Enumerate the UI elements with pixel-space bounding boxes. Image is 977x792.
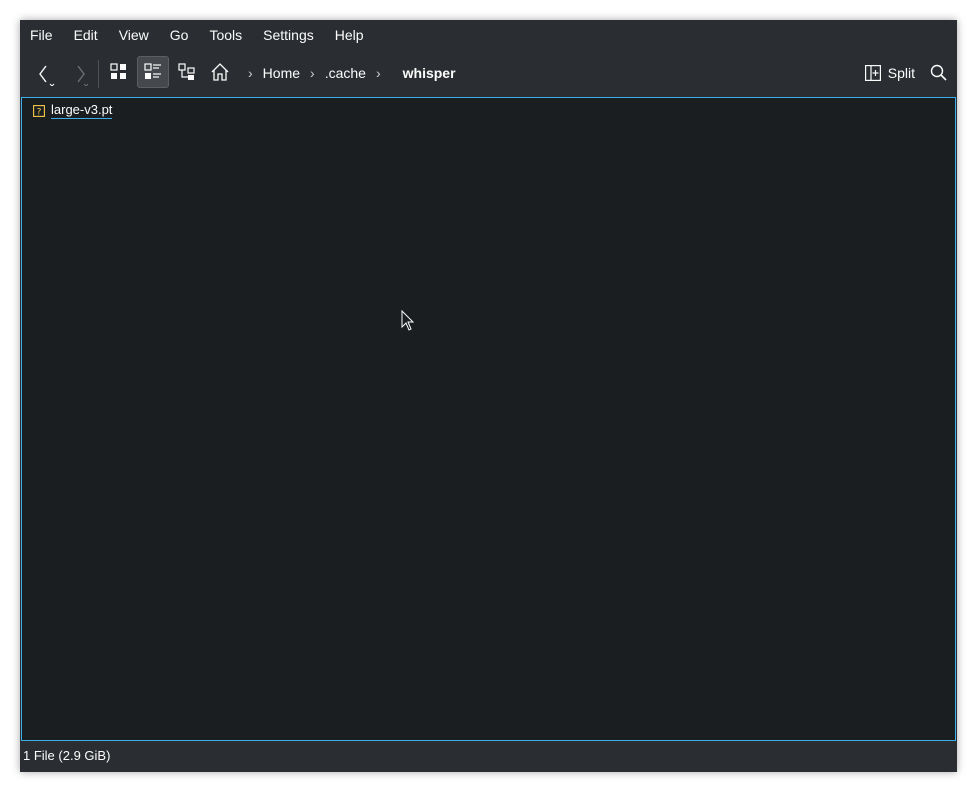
back-button[interactable] [28, 56, 60, 88]
file-manager-window: File Edit View Go Tools Settings Help › … [20, 20, 957, 772]
menu-file[interactable]: File [20, 20, 63, 50]
tree-view-icon [178, 63, 195, 80]
file-item[interactable]: ? large-v3.pt [33, 102, 113, 119]
breadcrumb-cache[interactable]: .cache [325, 65, 366, 81]
menu-help[interactable]: Help [325, 20, 374, 50]
details-view-icon [144, 63, 161, 79]
toolbar: › Home › .cache › whisper Split [20, 56, 957, 90]
split-button[interactable]: Split [864, 56, 915, 90]
svg-text:?: ? [37, 107, 42, 117]
forward-button[interactable] [62, 56, 94, 88]
search-button[interactable] [930, 64, 947, 84]
arrow-right-icon [77, 65, 89, 86]
toolbar-separator [98, 60, 99, 88]
menu-settings[interactable]: Settings [253, 20, 324, 50]
menu-tools[interactable]: Tools [199, 20, 252, 50]
home-icon [211, 63, 229, 81]
chevron-right-icon: › [310, 65, 315, 81]
icons-view-icon [110, 63, 126, 79]
split-view-icon [864, 65, 881, 81]
menubar: File Edit View Go Tools Settings Help [20, 20, 957, 50]
file-view[interactable]: ? large-v3.pt [21, 97, 956, 741]
mouse-cursor-icon [401, 310, 415, 331]
breadcrumb-home[interactable]: Home [263, 65, 300, 81]
file-name: large-v3.pt [51, 102, 113, 119]
tree-view-button[interactable] [171, 56, 203, 88]
chevron-right-icon: › [248, 65, 253, 81]
unknown-file-icon: ? [33, 104, 45, 117]
search-icon [930, 64, 947, 81]
breadcrumb: › Home › .cache › whisper [238, 56, 456, 90]
status-bar: 1 File (2.9 GiB) [23, 748, 110, 763]
menu-view[interactable]: View [109, 20, 159, 50]
icons-view-button[interactable] [103, 56, 135, 88]
chevron-right-icon: › [375, 65, 381, 81]
arrow-left-icon [39, 65, 55, 86]
menu-edit[interactable]: Edit [64, 20, 108, 50]
breadcrumb-whisper[interactable]: whisper [403, 65, 456, 81]
status-text: 1 File (2.9 GiB) [23, 748, 111, 763]
split-label: Split [887, 65, 915, 81]
menu-go[interactable]: Go [160, 20, 199, 50]
home-button[interactable] [204, 56, 236, 88]
details-view-button[interactable] [137, 56, 169, 88]
